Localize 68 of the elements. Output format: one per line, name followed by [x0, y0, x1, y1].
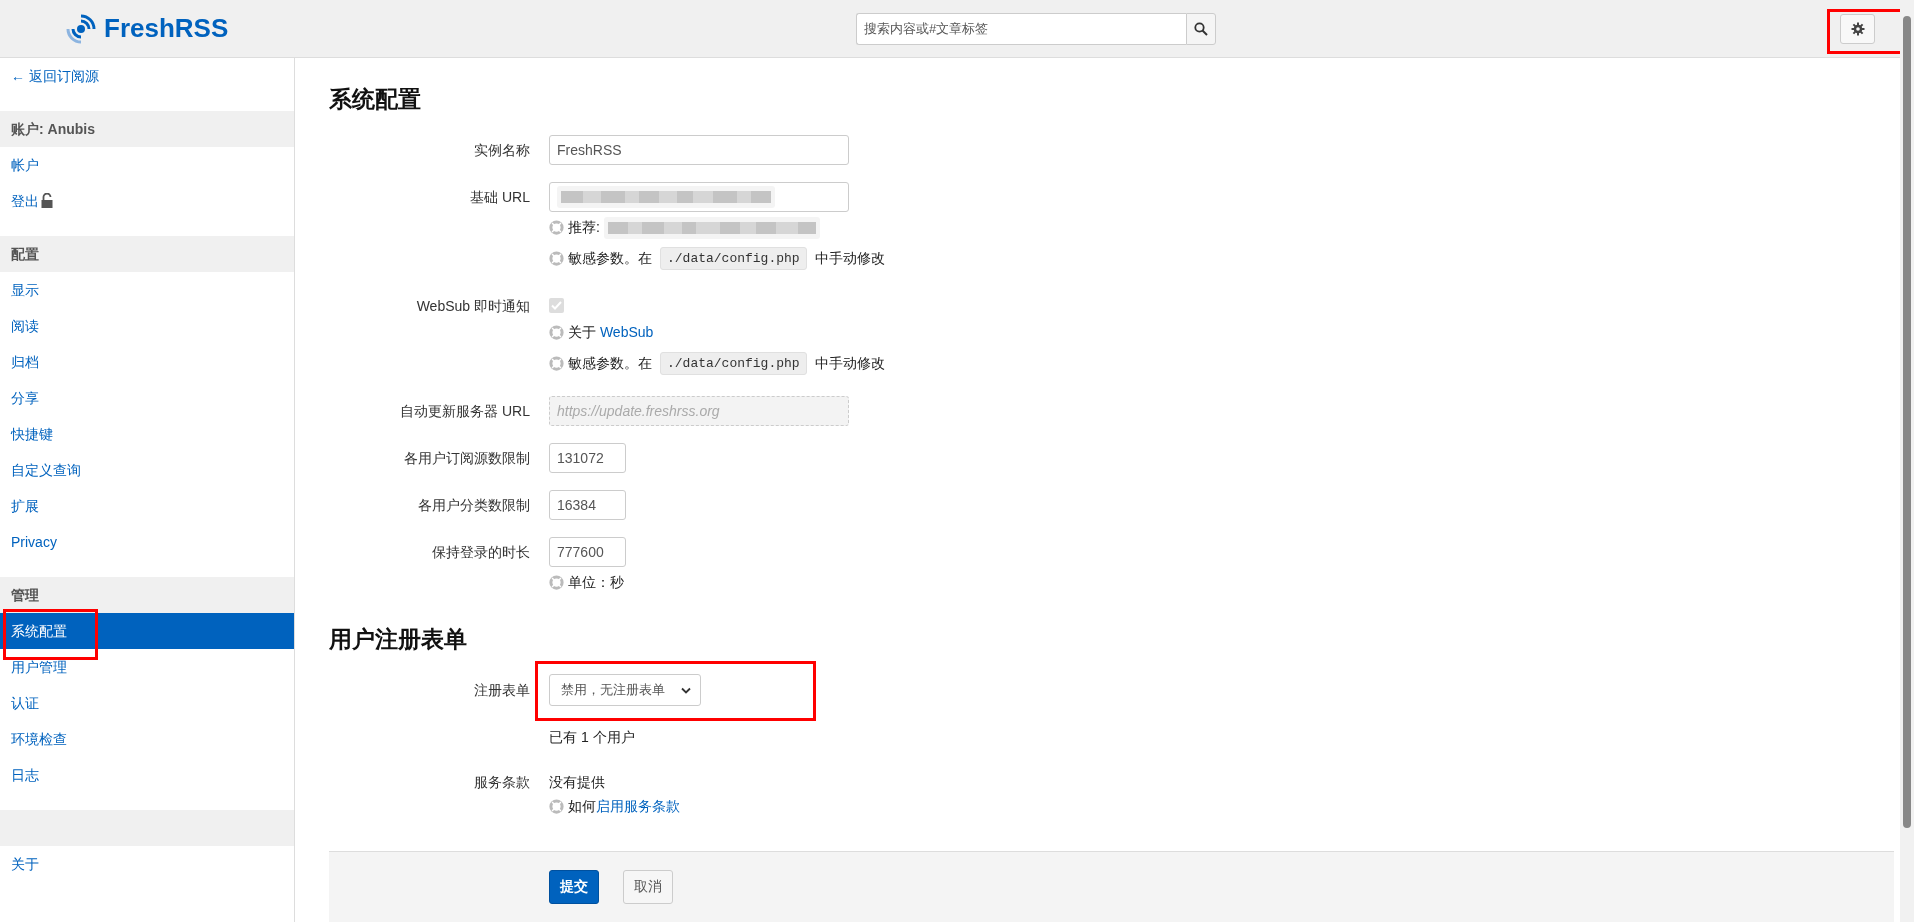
sidebar-item[interactable]: 快捷键 — [0, 416, 294, 452]
field-label: 基础 URL — [469, 188, 530, 207]
hint-text: 中手动修改 — [814, 354, 885, 373]
lifebuoy-icon — [549, 325, 564, 340]
app-logo-text[interactable]: FreshRSS — [104, 13, 229, 44]
lifebuoy-icon — [549, 799, 564, 814]
hint-text: 推荐: — [568, 218, 600, 237]
sidebar-item[interactable]: 用户管理 — [0, 649, 294, 685]
number-field[interactable]: 16384 — [549, 490, 626, 520]
search-field[interactable]: 搜索内容或#文章标签 — [856, 12, 1186, 45]
field-value: 没有提供 — [549, 773, 605, 792]
sidebar-item[interactable]: 分享 — [0, 380, 294, 416]
sidebar-item[interactable]: 阅读 — [0, 308, 294, 344]
sidebar-item[interactable]: 登出 — [0, 183, 294, 219]
field-label: 注册表单 — [473, 681, 530, 700]
file-path: ./data/config.php — [660, 352, 807, 375]
sidebar-item[interactable]: 系统配置 — [0, 613, 294, 649]
hint-text: 如何启用服务条款 — [568, 797, 680, 816]
sidebar-item[interactable]: 日志 — [0, 757, 294, 793]
lifebuoy-icon — [549, 575, 564, 590]
check-icon — [551, 301, 562, 310]
sidebar-item[interactable]: 关于 — [0, 846, 294, 882]
search-button[interactable] — [1186, 12, 1216, 45]
sidebar-item[interactable]: 显示 — [0, 272, 294, 308]
lifebuoy-icon — [549, 220, 564, 235]
hint-text: 关于 WebSub — [568, 323, 654, 342]
sidebar-group-title: 账户: Anubis — [0, 111, 294, 147]
sidebar-item[interactable]: 环境检查 — [0, 721, 294, 757]
lifebuoy-icon — [549, 251, 564, 266]
lifebuoy-icon — [549, 356, 564, 371]
sidebar-item[interactable]: 归档 — [0, 344, 294, 380]
sidebar-item[interactable]: 自定义查询 — [0, 452, 294, 488]
submit-button[interactable]: 提交 — [549, 870, 599, 904]
field-label: 服务条款 — [473, 773, 530, 792]
scrollbar-thumb[interactable] — [1903, 16, 1911, 828]
section-title: 用户注册表单 — [329, 625, 468, 654]
settings-button[interactable] — [1840, 13, 1875, 44]
caret-icon — [681, 686, 691, 694]
text-field[interactable]: FreshRSS — [549, 135, 849, 165]
hint-text: 敏感参数。在 — [568, 249, 652, 268]
search-icon — [1194, 21, 1208, 36]
text-field[interactable] — [549, 182, 849, 212]
number-field[interactable]: 131072 — [549, 443, 626, 473]
field-label: 自动更新服务器 URL — [399, 402, 530, 421]
field-label: WebSub 即时通知 — [415, 297, 530, 316]
field-label: 保持登录的时长 — [431, 543, 530, 562]
hint-text: 已有 1 个用户 — [549, 728, 635, 747]
section-title: 系统配置 — [329, 85, 422, 114]
sidebar-group-title: 配置 — [0, 236, 294, 272]
file-path: ./data/config.php — [660, 247, 807, 270]
sidebar-item[interactable]: Privacy — [0, 524, 294, 560]
field-label: 各用户分类数限制 — [417, 496, 530, 515]
settings-icon — [1850, 21, 1865, 36]
field-label: 实例名称 — [473, 141, 530, 160]
help-link[interactable]: 启用服务条款 — [596, 797, 680, 814]
field-label: 各用户订阅源数限制 — [403, 449, 530, 468]
sidebar-item[interactable]: 认证 — [0, 685, 294, 721]
lock-icon — [41, 193, 53, 208]
back-link[interactable]: ← 返回订阅源 — [0, 58, 294, 94]
sidebar-group-title: 管理 — [0, 577, 294, 613]
sidebar-item[interactable]: 扩展 — [0, 488, 294, 524]
cancel-button[interactable]: 取消 — [623, 870, 673, 904]
number-field[interactable]: 777600 — [549, 537, 626, 567]
hint-text: 敏感参数。在 — [568, 354, 652, 373]
hint-text: 单位：秒 — [568, 573, 624, 592]
registration-select[interactable]: 禁用，无注册表单 — [549, 674, 701, 706]
hint-text: 中手动修改 — [814, 249, 885, 268]
sidebar-item[interactable]: 帐户 — [0, 147, 294, 183]
